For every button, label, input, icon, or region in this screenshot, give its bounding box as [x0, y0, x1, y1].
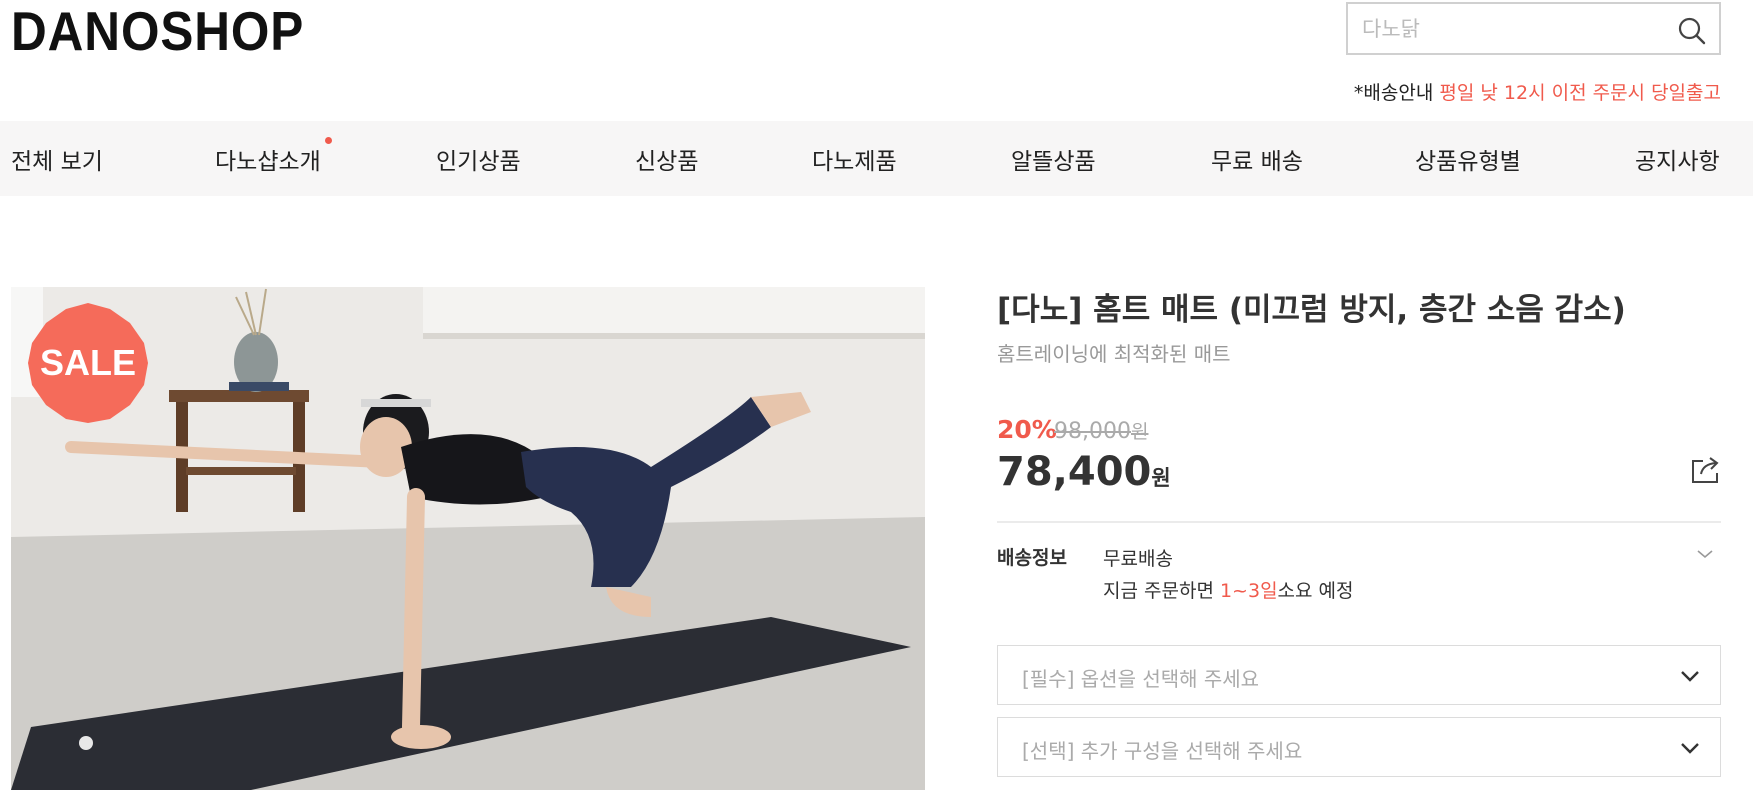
original-price-value: 98,000	[1054, 419, 1131, 444]
nav-item-all[interactable]: 전체 보기	[11, 142, 103, 176]
shop-logo[interactable]: DANOSHOP	[11, 4, 304, 59]
sale-price-unit: 원	[1151, 466, 1171, 490]
nav-item-about[interactable]: 다노샵소개	[215, 137, 332, 176]
required-option-placeholder: [필수] 옵션을 선택해 주세요	[1022, 667, 1260, 691]
sale-price-value: 78,400	[997, 449, 1152, 495]
chevron-down-icon	[1681, 743, 1699, 754]
nav-item-new[interactable]: 신상품	[635, 142, 698, 176]
nav-item-by-type[interactable]: 상품유형별	[1415, 142, 1521, 176]
sale-badge: SALE	[26, 301, 150, 425]
chevron-down-icon[interactable]	[1695, 544, 1715, 564]
main-nav: 전체 보기 다노샵소개 인기상품 신상품 다노제품 알뜰상품 무료 배송 상품유…	[0, 121, 1753, 196]
shipping-fee: 무료배송	[1103, 548, 1173, 570]
nav-item-notice[interactable]: 공지사항	[1635, 142, 1720, 176]
chevron-down-icon	[1681, 671, 1699, 682]
shipping-eta-suffix: 소요 예정	[1277, 580, 1354, 602]
shipping-notice-highlight: 평일 낮 12시 이전 주문시 당일출고	[1439, 82, 1721, 104]
nav-item-about-label: 다노샵소개	[215, 149, 321, 175]
original-price-unit: 원	[1130, 421, 1149, 443]
shipping-notice-prefix: *배송안내	[1353, 82, 1440, 104]
additional-option-select[interactable]: [선택] 추가 구성을 선택해 주세요	[997, 717, 1721, 777]
original-price: 98,000원	[1054, 417, 1148, 444]
price-divider	[997, 521, 1721, 523]
new-dot-icon	[324, 137, 332, 144]
nav-item-dano-products[interactable]: 다노제품	[812, 142, 897, 176]
nav-item-popular[interactable]: 인기상품	[436, 142, 521, 176]
nav-item-free-shipping[interactable]: 무료 배송	[1211, 142, 1303, 176]
sale-badge-label: SALE	[39, 342, 136, 383]
required-option-select[interactable]: [필수] 옵션을 선택해 주세요	[997, 645, 1721, 705]
nav-item-bargain[interactable]: 알뜰상품	[1011, 142, 1096, 176]
product-title: [다노] 홈트 매트 (미끄럼 방지, 층간 소음 감소)	[997, 292, 1626, 328]
shipping-notice: *배송안내 평일 낮 12시 이전 주문시 당일출고	[1354, 78, 1721, 105]
search-box	[1346, 2, 1721, 55]
additional-option-placeholder: [선택] 추가 구성을 선택해 주세요	[1022, 739, 1303, 763]
shipping-info-label: 배송정보	[997, 547, 1067, 569]
shipping-eta-days: 1~3일	[1219, 580, 1278, 602]
share-icon[interactable]	[1690, 455, 1722, 485]
shipping-eta: 지금 주문하면 1~3일소요 예정	[1103, 576, 1354, 603]
discount-rate: 20%	[997, 415, 1057, 444]
search-input[interactable]	[1362, 12, 1662, 46]
search-icon[interactable]	[1677, 16, 1707, 46]
product-subtitle: 홈트레이닝에 최적화된 매트	[997, 342, 1231, 366]
shipping-eta-prefix: 지금 주문하면	[1103, 580, 1220, 602]
sale-price: 78,400원	[997, 449, 1171, 495]
